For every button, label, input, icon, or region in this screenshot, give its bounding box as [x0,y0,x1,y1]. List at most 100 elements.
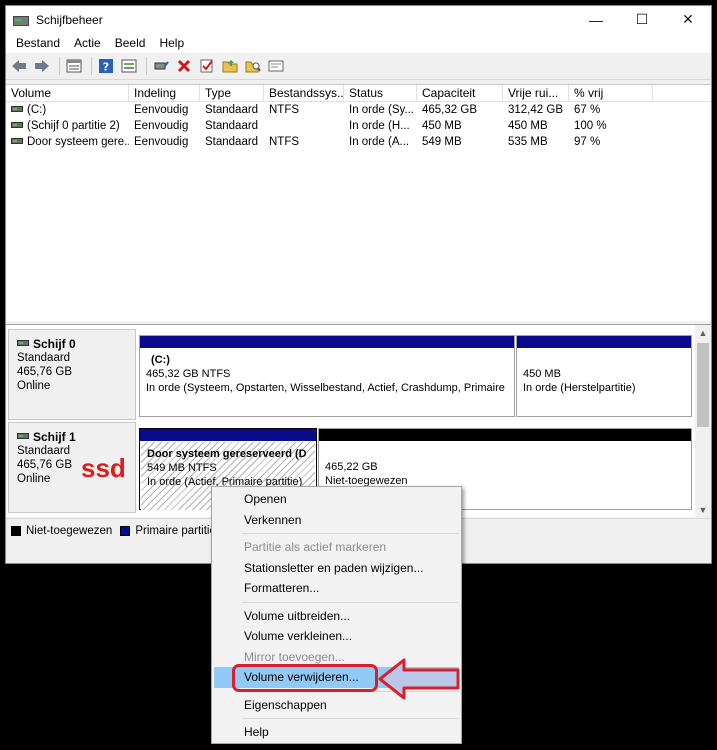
search-folder-icon[interactable] [243,56,263,76]
table-row[interactable]: (C:) Eenvoudig Standaard NTFS In orde (S… [6,102,711,118]
toolbar-separator [91,57,92,75]
highlight-annotation-box [232,664,378,692]
menu-help[interactable]: Help [152,33,191,53]
disk-management-icon [12,13,29,27]
partition-title: Door systeem gereserveerd (D [147,448,307,460]
cell-bestandssysteem: NTFS [269,104,300,116]
cell-indeling: Eenvoudig [134,136,189,148]
disk-name: Schijf 1 [17,430,127,444]
menu-separator [242,601,459,603]
cell-indeling: Eenvoudig [134,120,189,132]
ssd-annotation: ssd [81,453,126,483]
annotation-arrow-icon [378,658,460,700]
graph-scrollbar[interactable]: ▲ ▼ [695,325,711,518]
column-bestandssysteem[interactable]: Bestandssys... [264,85,344,101]
table-row[interactable]: (Schijf 0 partitie 2) Eenvoudig Standaar… [6,118,711,134]
cell-vrije-ruimte: 312,42 GB [508,104,563,116]
properties-icon[interactable] [64,56,84,76]
cell-indeling: Eenvoudig [134,104,189,116]
cell-percent-vrij: 100 % [574,120,607,132]
toolbar-separator [59,57,60,75]
column-filler [653,85,711,101]
menu-item-mark-active: Partitie als actief markeren [244,540,387,554]
partition-status: In orde (Herstelpartitie) [523,382,636,394]
menu-item-change-drive-letter[interactable]: Stationsletter en paden wijzigen... [212,558,461,579]
column-type[interactable]: Type [200,85,264,101]
maximize-button[interactable]: ☐ [619,6,665,33]
disk-type: Standaard [17,352,71,364]
legend-label: Primaire partitie [135,524,216,537]
scroll-thumb[interactable] [697,343,709,427]
volume-icon [11,105,23,112]
disk-management-window: Schijfbeheer — ☐ ✕ Bestand Actie Beeld H… [5,5,712,564]
volume-icon [11,121,23,128]
menu-item-help[interactable]: Help [212,722,461,743]
disk-status: Online [17,380,51,392]
view-icon[interactable] [119,56,139,76]
forward-icon[interactable] [32,56,52,76]
menu-bestand[interactable]: Bestand [9,33,67,53]
column-status[interactable]: Status [344,85,417,101]
cell-capaciteit: 450 MB [422,120,462,132]
connect-icon[interactable] [151,56,171,76]
legend-swatch-primary [120,525,131,536]
delete-icon[interactable] [174,56,194,76]
back-icon[interactable] [9,56,29,76]
column-vrije-ruimte[interactable]: Vrije rui... [503,85,569,101]
settings-icon[interactable] [266,56,286,76]
cell-volume: (Schijf 0 partitie 2) [6,118,129,134]
column-indeling[interactable]: Indeling [129,85,200,101]
legend-swatch-unallocated [11,525,21,536]
partition-status: In orde (Systeem, Opstarten, Wisselbesta… [146,382,505,394]
close-button[interactable]: ✕ [665,6,711,33]
open-folder-icon[interactable] [220,56,240,76]
toolbar: ? [6,53,711,80]
menu-item-openen[interactable]: Openen [212,489,461,510]
column-percent-vrij[interactable]: % vrij [569,85,653,101]
partition-bar [517,336,691,348]
menu-item-shrink-volume[interactable]: Volume verkleinen... [212,626,461,647]
disk-1-label[interactable]: Schijf 1 Standaard 465,76 GB Online ssd [8,422,136,513]
disk-size: 465,76 GB [17,366,72,378]
cell-capaciteit: 549 MB [422,136,462,148]
menu-actie[interactable]: Actie [67,33,108,53]
volume-list[interactable]: Volume Indeling Type Bestandssys... Stat… [6,84,711,321]
partition-bar [140,336,514,348]
volume-icon [11,137,23,144]
title-bar[interactable]: Schijfbeheer — ☐ ✕ [6,6,711,33]
cell-status: In orde (Sy... [349,104,414,116]
help-icon[interactable]: ? [96,56,116,76]
partition-c[interactable]: (C:) 465,32 GB NTFS In orde (Systeem, Op… [139,335,515,417]
menu-separator [242,718,459,719]
toolbar-separator [146,57,147,75]
menu-item-verkennen[interactable]: Verkennen [212,510,461,531]
disk-icon [17,433,29,439]
scroll-up-icon[interactable]: ▲ [695,325,711,341]
cell-vrije-ruimte: 450 MB [508,120,548,132]
column-capaciteit[interactable]: Capaciteit [417,85,503,101]
legend-label: Niet-toegewezen [26,524,113,537]
cell-percent-vrij: 67 % [574,104,601,116]
partition-title: (C:) [151,354,170,366]
cell-status: In orde (H... [349,120,410,132]
cell-capaciteit: 465,32 GB [422,104,477,116]
cell-status: In orde (A... [349,136,410,148]
partition-recovery[interactable]: 450 MB In orde (Herstelpartitie) [516,335,692,417]
table-row[interactable]: Door systeem gere... Eenvoudig Standaard… [6,134,711,150]
menu-item-extend-volume[interactable]: Volume uitbreiden... [212,606,461,627]
partition-size: 549 MB NTFS [147,462,217,474]
partition-size: 465,32 GB NTFS [146,368,231,380]
check-icon[interactable] [197,56,217,76]
cell-type: Standaard [205,104,259,116]
cell-percent-vrij: 97 % [574,136,601,148]
column-volume[interactable]: Volume [6,85,129,101]
minimize-button[interactable]: — [573,6,619,33]
context-menu: Openen Verkennen Partitie als actief mar… [211,486,462,744]
cell-bestandssysteem: NTFS [269,136,300,148]
menu-item-format[interactable]: Formatteren... [212,578,461,599]
cell-type: Standaard [205,120,259,132]
menu-beeld[interactable]: Beeld [108,33,153,53]
disk-0-label[interactable]: Schijf 0 Standaard 465,76 GB Online [8,329,136,420]
cell-vrije-ruimte: 535 MB [508,136,548,148]
scroll-down-icon[interactable]: ▼ [695,502,711,518]
